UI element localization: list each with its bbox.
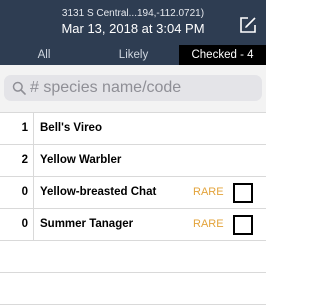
checklist-datetime[interactable]: Mar 13, 2018 at 3:04 PM bbox=[0, 21, 266, 36]
column-divider bbox=[33, 145, 34, 176]
search-icon bbox=[12, 81, 26, 95]
species-name[interactable]: Yellow Warbler bbox=[40, 145, 121, 176]
species-row[interactable]: 2 Yellow Warbler bbox=[0, 145, 266, 177]
rare-checkbox[interactable] bbox=[233, 183, 253, 203]
filter-tabs: All Likely Checked - 4 bbox=[0, 45, 266, 65]
species-count[interactable]: 2 bbox=[0, 145, 28, 176]
tab-likely[interactable]: Likely bbox=[88, 45, 179, 65]
rare-checkbox[interactable] bbox=[233, 215, 253, 235]
location-label: 3131 S Central...194,-112.0721) bbox=[61, 8, 205, 19]
tab-checked[interactable]: Checked - 4 bbox=[179, 45, 266, 65]
edit-icon[interactable] bbox=[238, 15, 258, 35]
species-row[interactable]: 0 Yellow-breasted Chat RARE bbox=[0, 177, 266, 209]
rare-badge: RARE bbox=[193, 218, 224, 230]
search-bar bbox=[0, 65, 266, 112]
species-name[interactable]: Yellow-breasted Chat bbox=[40, 177, 156, 208]
search-input[interactable] bbox=[30, 77, 256, 99]
species-count[interactable]: 0 bbox=[0, 209, 28, 240]
top-bar: 3131 S Central...194,-112.0721) Mar 13, … bbox=[0, 0, 266, 45]
species-row[interactable]: 1 Bell's Vireo bbox=[0, 113, 266, 145]
tab-all[interactable]: All bbox=[0, 45, 88, 65]
species-list: 1 Bell's Vireo 2 Yellow Warbler 0 Yellow… bbox=[0, 112, 266, 305]
empty-row bbox=[0, 273, 266, 305]
species-name[interactable]: Summer Tanager bbox=[40, 209, 133, 240]
column-divider bbox=[33, 209, 34, 240]
species-count[interactable]: 1 bbox=[0, 113, 28, 144]
column-divider bbox=[33, 113, 34, 144]
species-row[interactable]: 0 Summer Tanager RARE bbox=[0, 209, 266, 241]
species-count[interactable]: 0 bbox=[0, 177, 28, 208]
species-name[interactable]: Bell's Vireo bbox=[40, 113, 102, 144]
column-divider bbox=[33, 177, 34, 208]
empty-row bbox=[0, 241, 266, 273]
rare-badge: RARE bbox=[193, 186, 224, 198]
search-field[interactable] bbox=[4, 75, 262, 101]
